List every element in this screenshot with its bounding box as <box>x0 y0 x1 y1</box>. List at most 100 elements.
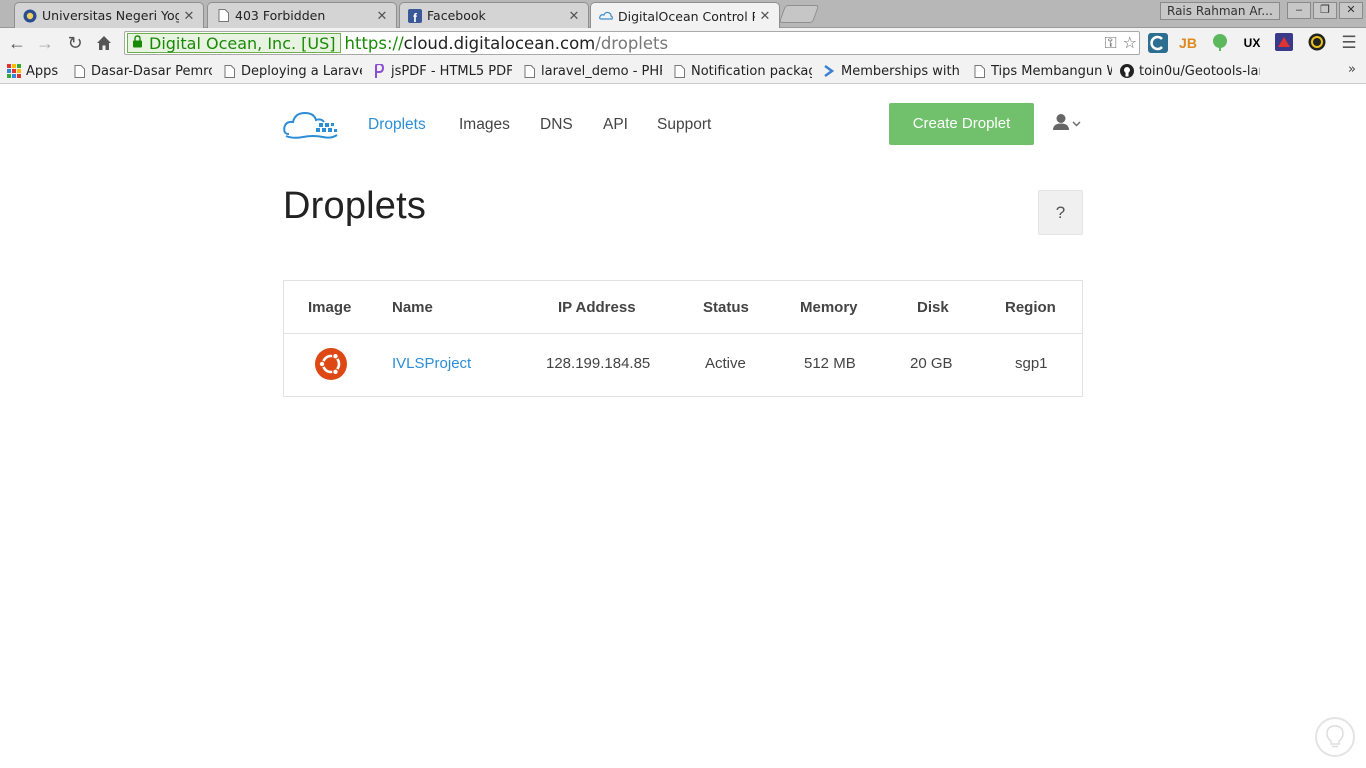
jetbrains-extension-icon[interactable]: JB <box>1178 33 1198 53</box>
page-icon <box>222 64 236 78</box>
reload-icon[interactable]: ↻ <box>64 32 86 54</box>
column-header-name: Name <box>392 299 433 316</box>
page-icon <box>216 9 230 23</box>
minimize-window-button[interactable]: – <box>1287 2 1311 19</box>
tab-facebook[interactable]: f Facebook ✕ <box>399 2 589 28</box>
address-bar[interactable]: Digital Ocean, Inc. [US] https://cloud.d… <box>124 31 1140 55</box>
facebook-icon: f <box>408 8 422 23</box>
jspdf-icon <box>372 64 386 78</box>
lock-icon <box>132 35 143 51</box>
url-host: cloud.digitalocean.com <box>403 33 596 53</box>
bookmark-label: jsPDF - HTML5 PDF <box>391 63 512 79</box>
droplets-table: Image Name IP Address Status Memory Disk… <box>283 280 1083 397</box>
apps-grid-icon <box>7 64 21 78</box>
back-arrow-icon[interactable]: ← <box>6 32 28 54</box>
ev-certificate-badge[interactable]: Digital Ocean, Inc. [US] <box>127 33 341 53</box>
ux-extension-icon[interactable]: UX <box>1242 33 1262 53</box>
url-scheme: https:// <box>344 33 404 53</box>
chrome-menu-icon[interactable]: ☰ <box>1339 33 1359 53</box>
bookmark-label: Deploying a Laravel <box>241 63 362 79</box>
color-extension-icon[interactable] <box>1307 33 1327 53</box>
bookmark-dasar-dasar[interactable]: Dasar-Dasar Pemrog <box>72 62 212 80</box>
nav-droplets[interactable]: Droplets <box>368 116 426 134</box>
home-icon[interactable] <box>93 32 115 54</box>
tab-title: Facebook <box>427 8 486 23</box>
user-menu[interactable] <box>1052 113 1086 135</box>
page-title: Droplets <box>283 185 427 227</box>
bookmark-label: Memberships with <box>841 63 960 79</box>
chevron-down-icon <box>1072 119 1081 130</box>
page-icon <box>522 64 536 78</box>
droplet-ip-address: 128.199.184.85 <box>546 355 651 372</box>
more-bookmarks-button[interactable]: » <box>1348 62 1356 77</box>
url-path: /droplets <box>595 33 669 53</box>
digitalocean-icon <box>599 9 613 23</box>
url-text: https://cloud.digitalocean.com/droplets <box>345 34 669 53</box>
column-header-image: Image <box>308 299 352 316</box>
close-tab-icon[interactable]: ✕ <box>759 8 771 24</box>
bookmark-laravel-demo[interactable]: laravel_demo - PHP <box>522 62 662 80</box>
column-header-status: Status <box>703 299 749 316</box>
tab-403-forbidden[interactable]: 403 Forbidden ✕ <box>207 2 397 28</box>
github-icon <box>1120 64 1134 78</box>
bookmark-jspdf[interactable]: jsPDF - HTML5 PDF <box>372 62 512 80</box>
close-tab-icon[interactable]: ✕ <box>183 8 195 24</box>
bookmark-label: laravel_demo - PHP <box>541 63 662 79</box>
close-tab-icon[interactable]: ✕ <box>568 8 580 24</box>
bookmark-label: Dasar-Dasar Pemrog <box>91 63 212 79</box>
bookmarks-bar: Apps Dasar-Dasar Pemrog Deploying a Lara… <box>0 58 1366 84</box>
droplet-disk: 20 GB <box>910 355 953 372</box>
droplet-name-link[interactable]: IVLSProject <box>392 355 471 372</box>
page-content: Droplets Images DNS API Support Create D… <box>0 85 1366 768</box>
evernote-extension-icon[interactable] <box>1210 33 1230 53</box>
column-header-region: Region <box>1005 299 1056 316</box>
column-header-ip-address: IP Address <box>558 299 636 316</box>
bookmark-star-icon[interactable]: ☆ <box>1123 33 1137 53</box>
nav-dns[interactable]: DNS <box>540 116 573 134</box>
extension-c-icon[interactable] <box>1148 33 1168 53</box>
tab-title: 403 Forbidden <box>235 8 326 23</box>
create-droplet-button[interactable]: Create Droplet <box>889 103 1034 145</box>
help-button[interactable]: ? <box>1038 190 1083 235</box>
user-icon <box>1052 113 1070 136</box>
tab-title: Universitas Negeri Yogy <box>42 8 179 23</box>
tab-title: DigitalOcean Control Pa <box>618 8 755 24</box>
arrow-icon <box>822 64 836 78</box>
bookmark-geotools[interactable]: toin0u/Geotools-lara <box>1120 62 1260 80</box>
key-icon[interactable]: ⚿ <box>1104 33 1116 53</box>
bookmark-label: Tips Membangun W <box>991 63 1112 79</box>
new-tab-button[interactable] <box>778 5 820 23</box>
bookmark-tips-membangun[interactable]: Tips Membangun W <box>972 62 1112 80</box>
nav-images[interactable]: Images <box>459 116 510 134</box>
university-icon <box>23 9 37 23</box>
nav-api[interactable]: API <box>603 116 628 134</box>
nav-support[interactable]: Support <box>657 116 711 134</box>
table-header: Image Name IP Address Status Memory Disk… <box>284 281 1082 334</box>
column-header-disk: Disk <box>917 299 949 316</box>
droplet-region: sgp1 <box>1015 355 1048 372</box>
droplet-memory: 512 MB <box>804 355 856 372</box>
bookmark-label: toin0u/Geotools-lara <box>1139 63 1260 79</box>
ev-certificate-name: Digital Ocean, Inc. [US] <box>149 33 336 53</box>
bookmark-deploying-laravel[interactable]: Deploying a Laravel <box>222 62 362 80</box>
droplet-status: Active <box>705 355 746 372</box>
page-icon <box>72 64 86 78</box>
dashboard-extension-icon[interactable] <box>1274 33 1294 53</box>
bookmark-apps[interactable]: Apps <box>7 62 67 80</box>
tab-universitas[interactable]: Universitas Negeri Yogy ✕ <box>14 2 204 28</box>
lightbulb-icon[interactable] <box>1315 717 1355 757</box>
profile-button[interactable]: Rais Rahman Ar... <box>1160 2 1280 20</box>
forward-arrow-icon[interactable]: → <box>34 32 56 54</box>
bookmark-memberships[interactable]: Memberships with <box>822 62 962 80</box>
bookmark-label: Notification packag <box>691 63 812 79</box>
page-icon <box>972 64 986 78</box>
bookmark-notification[interactable]: Notification packag <box>672 62 812 80</box>
digitalocean-logo-icon[interactable] <box>283 108 339 140</box>
close-tab-icon[interactable]: ✕ <box>376 8 388 24</box>
table-row[interactable]: IVLSProject 128.199.184.85 Active 512 MB… <box>284 334 1082 396</box>
ubuntu-icon <box>315 348 347 380</box>
close-window-button[interactable]: ✕ <box>1339 2 1363 19</box>
column-header-memory: Memory <box>800 299 858 316</box>
maximize-window-button[interactable]: ❐ <box>1313 2 1337 19</box>
tab-digitalocean[interactable]: DigitalOcean Control Pa ✕ <box>590 2 780 29</box>
